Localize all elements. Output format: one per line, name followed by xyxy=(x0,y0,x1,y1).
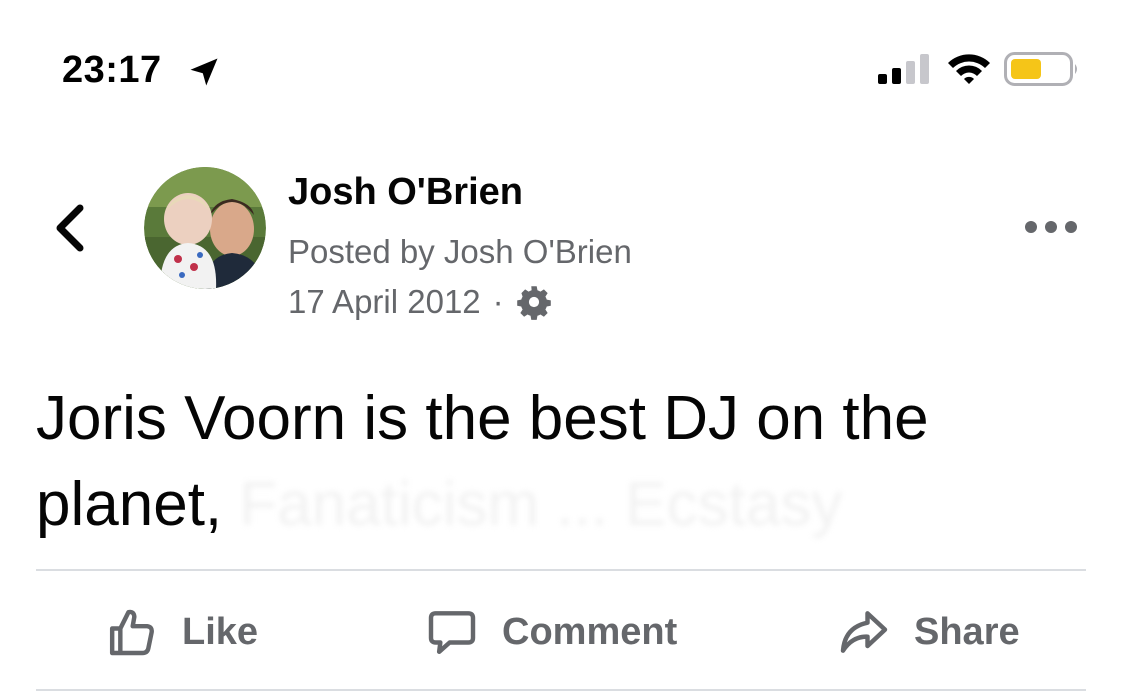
cellular-signal-icon xyxy=(878,54,929,84)
post-screen: 23:17 Josh O'Brien Posted by Josh O'Brie… xyxy=(0,0,1122,694)
share-label: Share xyxy=(914,610,1020,653)
divider-bottom xyxy=(36,689,1086,691)
back-button[interactable] xyxy=(48,200,94,256)
posted-by-label[interactable]: Posted by Josh O'Brien xyxy=(288,231,632,273)
post-text: Joris Voorn is the best DJ on the planet… xyxy=(36,376,1076,548)
like-label: Like xyxy=(182,610,259,653)
like-button[interactable]: Like xyxy=(104,600,258,664)
comment-button[interactable]: Comment xyxy=(424,600,677,664)
post-date[interactable]: 17 April 2012 xyxy=(288,281,481,323)
divider-top xyxy=(36,569,1086,571)
wifi-icon xyxy=(948,54,990,84)
post-text-obscured: Fanaticism ... Ecstasy xyxy=(239,470,843,539)
share-icon xyxy=(840,611,888,653)
comment-label: Comment xyxy=(502,610,678,653)
more-options-button[interactable] xyxy=(1022,210,1080,244)
share-button[interactable]: Share xyxy=(836,600,1020,664)
comment-icon xyxy=(428,611,476,655)
post-meta: 17 April 2012 · xyxy=(288,281,552,323)
meta-separator: · xyxy=(492,283,504,320)
like-icon xyxy=(109,609,154,656)
avatar[interactable] xyxy=(144,167,266,289)
location-arrow-icon xyxy=(190,58,218,86)
gear-icon[interactable] xyxy=(516,284,552,320)
author-name[interactable]: Josh O'Brien xyxy=(288,170,523,214)
status-time: 23:17 xyxy=(62,49,162,91)
battery-icon xyxy=(1004,52,1077,86)
